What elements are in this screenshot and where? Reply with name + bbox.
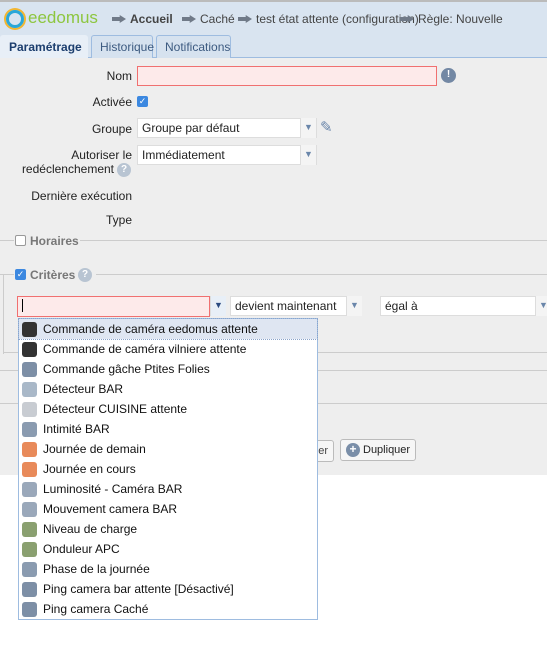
horaires-legend: Horaires [30, 234, 79, 248]
activee-label: Activée [92, 95, 132, 109]
dropdown-item-label: Détecteur CUISINE attente [43, 402, 188, 416]
dropdown-item-label: Ping camera bar attente [Désactivé] [43, 582, 234, 596]
breadcrumb-config[interactable]: test état attente (configuration) [238, 12, 419, 26]
breadcrumb-cache[interactable]: Caché [182, 12, 235, 26]
logo-text: eedomus [28, 8, 98, 27]
dropdown-item[interactable]: Ping camera bar attente [Désactivé] [19, 579, 317, 599]
nom-label: Nom [106, 69, 132, 83]
chevron-down-icon[interactable]: ▼ [300, 118, 316, 138]
help-icon[interactable]: ? [117, 163, 131, 177]
dupliquer-button[interactable]: + Dupliquer [340, 439, 417, 461]
arrow-icon [112, 15, 126, 23]
ping-icon [22, 581, 37, 597]
chevron-down-icon[interactable]: ▼ [210, 296, 226, 316]
ping-icon [22, 601, 37, 617]
comparator-value: égal à [385, 299, 418, 313]
tab-notifications[interactable]: Notifications [156, 35, 231, 58]
privacy-camera-icon [22, 421, 37, 437]
dropdown-item-label: Commande de caméra eedomus attente [43, 322, 258, 336]
dropdown-item[interactable]: Détecteur CUISINE attente [19, 399, 317, 419]
horaires-checkbox[interactable] [15, 235, 26, 246]
warning-icon: ! [441, 68, 456, 83]
dropdown-item-label: Mouvement camera BAR [43, 502, 178, 516]
condition-select[interactable]: devient maintenant [230, 296, 362, 316]
dropdown-item[interactable]: Ping camera Caché [19, 599, 317, 619]
criteres-checkbox[interactable]: ✓ [15, 269, 26, 280]
plus-circle-icon: + [346, 443, 360, 457]
dropdown-item-label: Détecteur BAR [43, 382, 124, 396]
dropdown-item-label: Journée en cours [43, 462, 136, 476]
eedomus-logo-icon [6, 10, 24, 28]
camera-icon [22, 321, 37, 337]
dropdown-item-label: Commande de caméra vilniere attente [43, 342, 247, 356]
breadcrumb-rule: Règle: Nouvelle [400, 12, 503, 26]
chevron-down-icon[interactable]: ▼ [535, 296, 547, 316]
chevron-down-icon[interactable]: ▼ [346, 296, 362, 316]
dropdown-item[interactable]: Phase de la journée [19, 559, 317, 579]
tab-bar: Paramétrage Historique Notifications [0, 34, 547, 58]
detector-icon [22, 381, 37, 397]
tab-parametrage[interactable]: Paramétrage [0, 35, 88, 58]
breadcrumb-home[interactable]: Accueil [112, 12, 173, 26]
chevron-down-icon[interactable]: ▼ [300, 145, 316, 165]
header: eedomus Accueil Caché test état attente … [0, 0, 547, 34]
arrow-icon [238, 15, 252, 23]
dropdown-item[interactable]: Détecteur BAR [19, 379, 317, 399]
partial-button-label: er [318, 445, 328, 457]
groupe-value: Groupe par défaut [142, 121, 240, 135]
dropdown-item-label: Onduleur APC [43, 542, 120, 556]
type-label: Type [105, 213, 132, 227]
dropdown-item-label: Phase de la journée [43, 562, 150, 576]
calendar-day-icon [22, 461, 37, 477]
calendar-day-icon [22, 441, 37, 457]
dropdown-item-label: Intimité BAR [43, 422, 110, 436]
dropdown-item[interactable]: Mouvement camera BAR [19, 499, 317, 519]
dropdown-item[interactable]: Luminosité - Caméra BAR [19, 479, 317, 499]
device-dropdown-list[interactable]: Commande de caméra eedomus attente Comman… [18, 318, 318, 620]
lock-strike-icon [22, 361, 37, 377]
dropdown-item-label: Niveau de charge [43, 522, 138, 536]
ups-icon [22, 541, 37, 557]
dropdown-item[interactable]: Niveau de charge [19, 519, 317, 539]
comparator-select[interactable]: égal à [380, 296, 547, 316]
dropdown-item[interactable]: Onduleur APC [19, 539, 317, 559]
camera-icon [22, 341, 37, 357]
motion-sensor-icon [22, 401, 37, 417]
edit-pencil-icon[interactable]: ✎ [320, 118, 333, 136]
activee-checkbox[interactable]: ✓ [137, 96, 148, 107]
device-input[interactable] [17, 296, 210, 317]
arrow-icon [400, 15, 414, 23]
light-sensor-icon [22, 481, 37, 497]
motion-icon [22, 501, 37, 517]
dropdown-item[interactable]: Journée de demain [19, 439, 317, 459]
autoriser-label-2: redéclenchement [21, 162, 114, 176]
autoriser-select[interactable]: Immédiatement [137, 145, 317, 165]
groupe-label: Groupe [91, 122, 132, 136]
dropdown-item-label: Journée de demain [43, 442, 146, 456]
condition-value: devient maintenant [235, 299, 337, 313]
dropdown-item-label: Ping camera Caché [43, 602, 149, 616]
dupliquer-label: Dupliquer [363, 444, 411, 456]
dropdown-item-label: Commande gâche Ptites Folies [43, 362, 210, 376]
dropdown-item[interactable]: Commande gâche Ptites Folies [19, 359, 317, 379]
dropdown-item[interactable]: Journée en cours [19, 459, 317, 479]
dropdown-item-label: Luminosité - Caméra BAR [43, 482, 183, 496]
text-cursor [22, 299, 23, 312]
day-phase-icon [22, 561, 37, 577]
dropdown-item[interactable]: Intimité BAR [19, 419, 317, 439]
autoriser-label: Autoriser le [71, 148, 132, 162]
dropdown-item[interactable]: Commande de caméra eedomus attente [18, 318, 318, 340]
criteres-legend: Critères [30, 268, 76, 282]
help-icon[interactable]: ? [78, 268, 92, 282]
battery-icon [22, 521, 37, 537]
groupe-select[interactable]: Groupe par défaut [137, 118, 317, 138]
dropdown-item[interactable]: Commande de caméra vilniere attente [19, 339, 317, 359]
tab-historique[interactable]: Historique [91, 35, 154, 58]
autoriser-value: Immédiatement [142, 148, 225, 162]
derniere-label: Dernière exécution [31, 189, 132, 203]
nom-input[interactable] [137, 66, 437, 86]
arrow-icon [182, 15, 196, 23]
